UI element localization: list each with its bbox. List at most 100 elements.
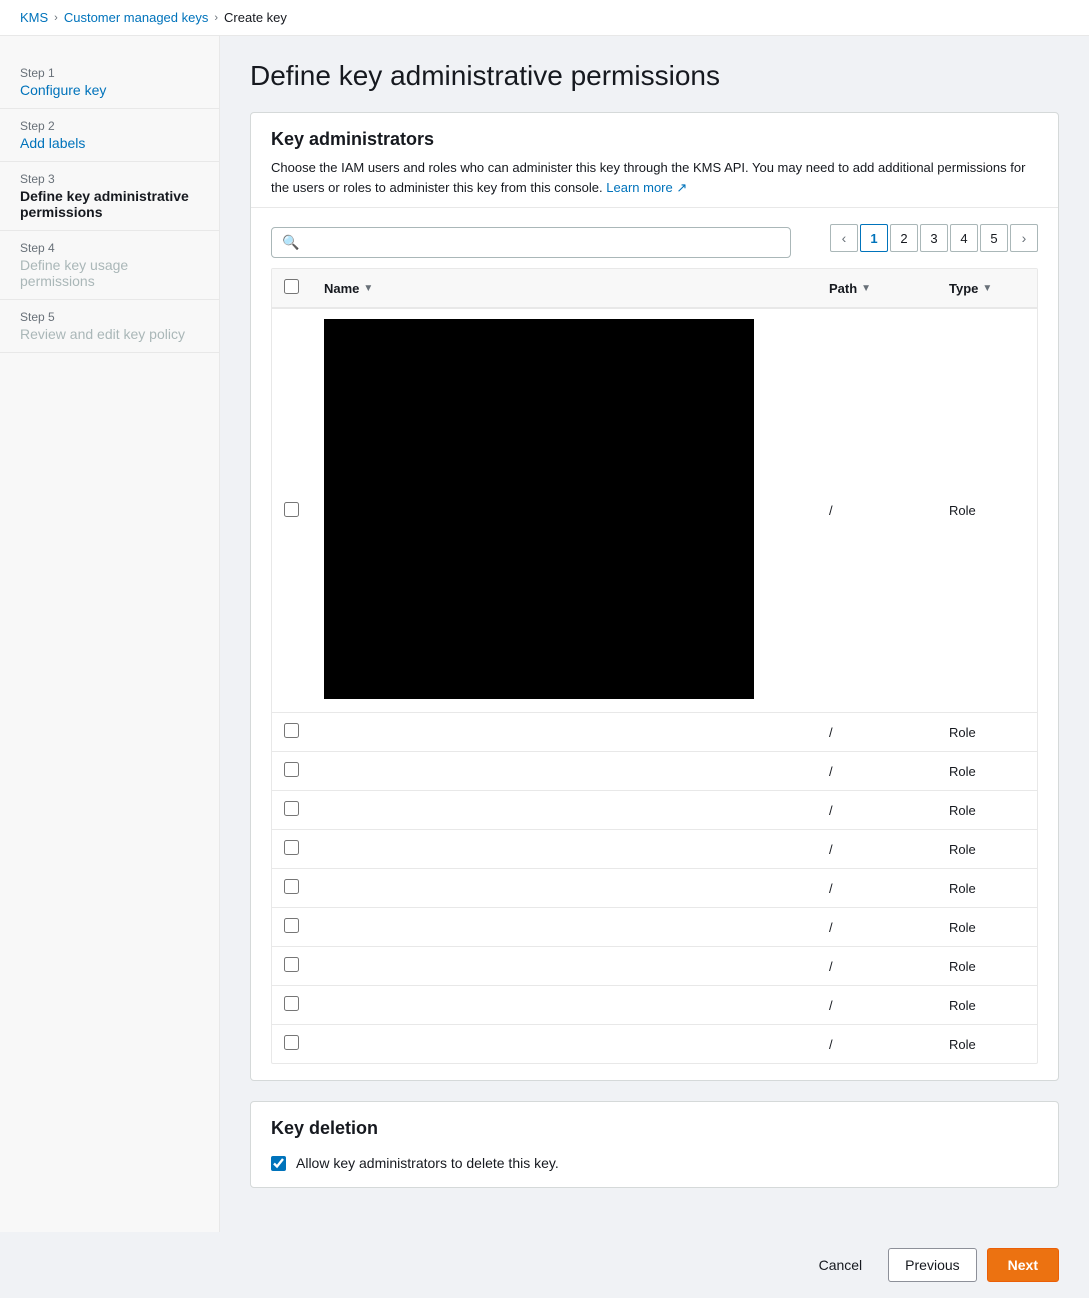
pagination-page-3[interactable]: 3	[920, 224, 948, 252]
row-4-checkbox-cell	[272, 830, 312, 869]
table-header-row: Name ▼ Path ▼	[272, 269, 1037, 308]
th-name-label: Name	[324, 281, 359, 296]
administrators-table: Name ▼ Path ▼	[272, 269, 1037, 1063]
th-type[interactable]: Type ▼	[937, 269, 1037, 308]
deletion-checkbox-row: Allow key administrators to delete this …	[271, 1155, 1038, 1171]
row-3-name-cell	[312, 791, 817, 830]
row-5-checkbox[interactable]	[284, 879, 299, 894]
th-select-all	[272, 269, 312, 308]
breadcrumb-sep-1: ›	[54, 12, 58, 24]
row-1-name-cell	[312, 713, 817, 752]
page-title: Define key administrative permissions	[250, 60, 1059, 92]
row-7-path-cell: /	[817, 947, 937, 986]
row-9-name-cell	[312, 1025, 817, 1064]
row-7-checkbox-cell	[272, 947, 312, 986]
pagination-page-2[interactable]: 2	[890, 224, 918, 252]
sidebar-step-1: Step 1 Configure key	[0, 56, 219, 109]
key-deletion-card: Key deletion Allow key administrators to…	[250, 1101, 1059, 1188]
search-pagination-row: 🔍 ‹ 1 2 3 4 5 ›	[271, 224, 1038, 260]
row-6-path-cell: /	[817, 908, 937, 947]
table-row: / Role	[272, 947, 1037, 986]
row-8-name-cell	[312, 986, 817, 1025]
card-title: Key administrators	[271, 129, 1038, 150]
row-3-type-cell: Role	[937, 791, 1037, 830]
card-body: 🔍 ‹ 1 2 3 4 5 ›	[251, 208, 1058, 1080]
name-sort-icon: ▼	[363, 283, 373, 294]
table-row: / Role	[272, 830, 1037, 869]
pagination-page-1[interactable]: 1	[860, 224, 888, 252]
sidebar-step-3-label: Step 3	[20, 172, 199, 186]
table-row: / Role	[272, 1025, 1037, 1064]
row-9-checkbox-cell	[272, 1025, 312, 1064]
table-body: / Role / Role	[272, 308, 1037, 1063]
learn-more-link[interactable]: Learn more ↗	[606, 180, 687, 195]
row-3-checkbox[interactable]	[284, 801, 299, 816]
row-2-checkbox[interactable]	[284, 762, 299, 777]
sidebar: Step 1 Configure key Step 2 Add labels S…	[0, 36, 220, 1232]
key-deletion-section: Key deletion Allow key administrators to…	[251, 1102, 1058, 1187]
breadcrumb-sep-2: ›	[214, 12, 218, 24]
row-0-type-cell: Role	[937, 308, 1037, 713]
next-button[interactable]: Next	[987, 1248, 1059, 1282]
row-3-checkbox-cell	[272, 791, 312, 830]
row-8-type-cell: Role	[937, 986, 1037, 1025]
table-row: / Role	[272, 308, 1037, 713]
row-8-checkbox[interactable]	[284, 996, 299, 1011]
table-row: / Role	[272, 986, 1037, 1025]
table-row: / Role	[272, 791, 1037, 830]
sidebar-step-4-label: Step 4	[20, 241, 199, 255]
redacted-name-block	[324, 319, 754, 699]
allow-deletion-checkbox[interactable]	[271, 1156, 286, 1171]
row-1-type-cell: Role	[937, 713, 1037, 752]
search-icon: 🔍	[282, 234, 299, 251]
select-all-checkbox[interactable]	[284, 279, 299, 294]
th-path[interactable]: Path ▼	[817, 269, 937, 308]
sidebar-step-1-label: Step 1	[20, 66, 199, 80]
th-name[interactable]: Name ▼	[312, 269, 817, 308]
main-layout: Step 1 Configure key Step 2 Add labels S…	[0, 36, 1089, 1232]
breadcrumb-customer-managed-keys[interactable]: Customer managed keys	[64, 10, 209, 25]
cancel-button[interactable]: Cancel	[803, 1249, 879, 1281]
sidebar-step-5: Step 5 Review and edit key policy	[0, 300, 219, 353]
pagination: ‹ 1 2 3 4 5 ›	[830, 224, 1038, 252]
table-row: / Role	[272, 713, 1037, 752]
pagination-prev-arrow[interactable]: ‹	[830, 224, 858, 252]
sidebar-step-1-name[interactable]: Configure key	[20, 82, 199, 98]
table-wrapper: Name ▼ Path ▼	[271, 268, 1038, 1064]
search-box[interactable]: 🔍	[271, 227, 791, 258]
row-8-path-cell: /	[817, 986, 937, 1025]
table-row: / Role	[272, 752, 1037, 791]
card-header: Key administrators Choose the IAM users …	[251, 113, 1058, 208]
row-6-checkbox[interactable]	[284, 918, 299, 933]
pagination-page-4[interactable]: 4	[950, 224, 978, 252]
row-0-checkbox-cell	[272, 308, 312, 713]
search-input[interactable]	[305, 234, 780, 250]
row-1-checkbox-cell	[272, 713, 312, 752]
row-0-name-cell	[312, 308, 817, 713]
key-administrators-card: Key administrators Choose the IAM users …	[250, 112, 1059, 1081]
allow-deletion-label[interactable]: Allow key administrators to delete this …	[296, 1155, 559, 1171]
row-4-type-cell: Role	[937, 830, 1037, 869]
breadcrumb: KMS › Customer managed keys › Create key	[0, 0, 1089, 36]
pagination-next-arrow[interactable]: ›	[1010, 224, 1038, 252]
card-description: Choose the IAM users and roles who can a…	[271, 158, 1038, 197]
breadcrumb-create-key: Create key	[224, 10, 287, 25]
pagination-page-5[interactable]: 5	[980, 224, 1008, 252]
row-2-type-cell: Role	[937, 752, 1037, 791]
sidebar-step-2: Step 2 Add labels	[0, 109, 219, 162]
row-8-checkbox-cell	[272, 986, 312, 1025]
sidebar-step-2-name[interactable]: Add labels	[20, 135, 199, 151]
sidebar-step-4: Step 4 Define key usage permissions	[0, 231, 219, 300]
row-0-checkbox[interactable]	[284, 502, 299, 517]
breadcrumb-kms[interactable]: KMS	[20, 10, 48, 25]
th-path-label: Path	[829, 281, 857, 296]
row-9-checkbox[interactable]	[284, 1035, 299, 1050]
row-9-type-cell: Role	[937, 1025, 1037, 1064]
row-4-checkbox[interactable]	[284, 840, 299, 855]
table-head: Name ▼ Path ▼	[272, 269, 1037, 308]
row-6-type-cell: Role	[937, 908, 1037, 947]
row-1-checkbox[interactable]	[284, 723, 299, 738]
row-7-checkbox[interactable]	[284, 957, 299, 972]
previous-button[interactable]: Previous	[888, 1248, 976, 1282]
deletion-title: Key deletion	[271, 1118, 1038, 1139]
